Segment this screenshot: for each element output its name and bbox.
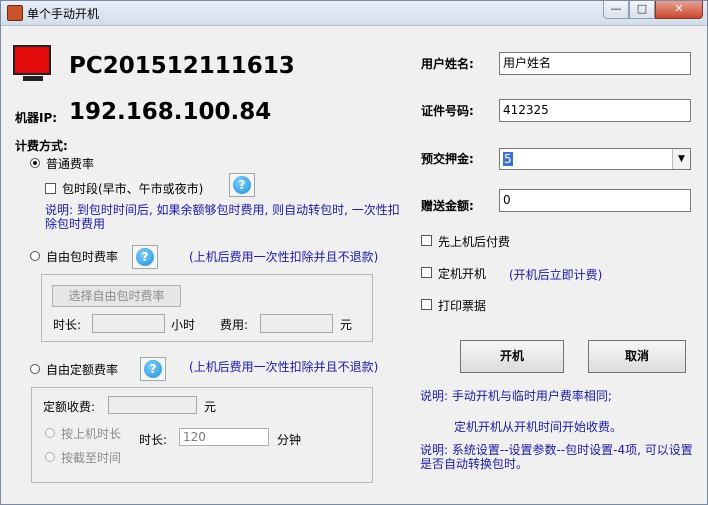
deposit-label: 预交押金: xyxy=(421,152,474,166)
pc-name: PC201512111613 xyxy=(69,53,295,79)
by-duration-radio[interactable] xyxy=(45,428,55,438)
id-number-label: 证件号码: xyxy=(421,104,474,118)
fixed-amount-input[interactable] xyxy=(108,396,197,414)
help-button-free-period[interactable]: ? xyxy=(132,245,158,269)
free-fee-label: 费用: xyxy=(220,318,249,332)
billing-label: 计费方式: xyxy=(15,139,68,153)
print-ticket-label: 打印票据 xyxy=(438,299,487,313)
select-free-period-button[interactable]: 选择自由包时费率 xyxy=(52,285,181,307)
by-deadline-radio[interactable] xyxy=(45,452,55,462)
period-checkbox[interactable] xyxy=(45,183,56,194)
close-button[interactable]: ✕ xyxy=(655,1,703,19)
free-period-radio[interactable] xyxy=(30,251,40,261)
title-bar: 单个手动开机 — □ ✕ xyxy=(1,1,707,26)
timed-start-checkbox[interactable] xyxy=(421,267,432,278)
fixed-amount-label: 定额收费: xyxy=(43,400,96,414)
fixed-yuan-unit: 元 xyxy=(204,400,217,414)
help-icon: ? xyxy=(233,176,251,194)
fixed-duration-input[interactable]: 120 xyxy=(179,428,269,446)
minimize-button[interactable]: — xyxy=(603,1,629,19)
cancel-button[interactable]: 取消 xyxy=(588,340,686,373)
timed-start-note: (开机后立即计费) xyxy=(509,268,603,282)
computer-stand-icon xyxy=(23,76,43,81)
help-icon: ? xyxy=(136,248,154,266)
by-deadline-label: 按截至时间 xyxy=(61,451,122,465)
pay-later-checkbox[interactable] xyxy=(421,235,432,246)
note-line-2: 定机开机从开机时间开始收费。 xyxy=(454,420,623,434)
maximize-button[interactable]: □ xyxy=(629,1,655,19)
free-duration-input[interactable] xyxy=(92,314,165,333)
fixed-duration-label: 时长: xyxy=(139,433,168,447)
note-line-1: 说明: 手动开机与临时用户费率相同; xyxy=(420,389,612,403)
timed-start-label: 定机开机 xyxy=(438,267,487,281)
hour-unit: 小时 xyxy=(171,318,196,332)
user-name-label: 用户姓名: xyxy=(421,57,474,71)
fixed-rate-radio[interactable] xyxy=(30,364,40,374)
help-icon: ? xyxy=(144,360,162,378)
deposit-value: 5 xyxy=(503,152,513,166)
free-duration-label: 时长: xyxy=(53,318,82,332)
chevron-down-icon[interactable]: ▼ xyxy=(672,149,690,169)
normal-rate-radio[interactable] xyxy=(30,158,40,168)
help-button-fixed[interactable]: ? xyxy=(140,357,166,381)
pay-later-label: 先上机后付费 xyxy=(438,235,511,249)
free-yuan-unit: 元 xyxy=(340,318,353,332)
gift-amount-input[interactable]: 0 xyxy=(499,189,691,212)
print-ticket-checkbox[interactable] xyxy=(421,299,432,310)
free-fee-input[interactable] xyxy=(260,314,333,333)
ip-label: 机器IP: xyxy=(15,111,58,125)
gift-amount-label: 赠送金额: xyxy=(421,199,474,213)
free-period-note: (上机后费用一次性扣除并且不退款) xyxy=(189,250,379,264)
by-duration-label: 按上机时长 xyxy=(61,427,122,441)
fixed-rate-note: (上机后费用一次性扣除并且不退款) xyxy=(189,360,379,374)
fixed-rate-label: 自由定额费率 xyxy=(46,363,119,377)
id-number-input[interactable]: 412325 xyxy=(499,99,691,122)
app-icon xyxy=(7,5,23,21)
dialog-window: 单个手动开机 — □ ✕ PC201512111613 机器IP: 192.16… xyxy=(0,0,708,505)
computer-icon xyxy=(13,45,51,75)
normal-rate-label: 普通费率 xyxy=(46,157,95,171)
note-line-3: 说明: 系统设置--设置参数--包时设置-4项, 可以设置是否自动转换包时。 xyxy=(420,443,693,471)
start-button[interactable]: 开机 xyxy=(460,340,564,373)
minute-unit: 分钟 xyxy=(277,433,302,447)
free-period-label: 自由包时费率 xyxy=(46,250,119,264)
deposit-select[interactable]: 5 ▼ xyxy=(499,148,691,170)
window-title: 单个手动开机 xyxy=(27,7,100,21)
normal-rate-note: 说明: 到包时时间后, 如果余额够包时费用, 则自动转包时, 一次性扣除包时费用 xyxy=(45,203,400,231)
period-label: 包时段(早市、午市或夜市) xyxy=(62,182,204,196)
help-button-period[interactable]: ? xyxy=(229,173,255,197)
user-name-input[interactable]: 用户姓名 xyxy=(499,52,691,75)
ip-value: 192.168.100.84 xyxy=(69,99,272,125)
